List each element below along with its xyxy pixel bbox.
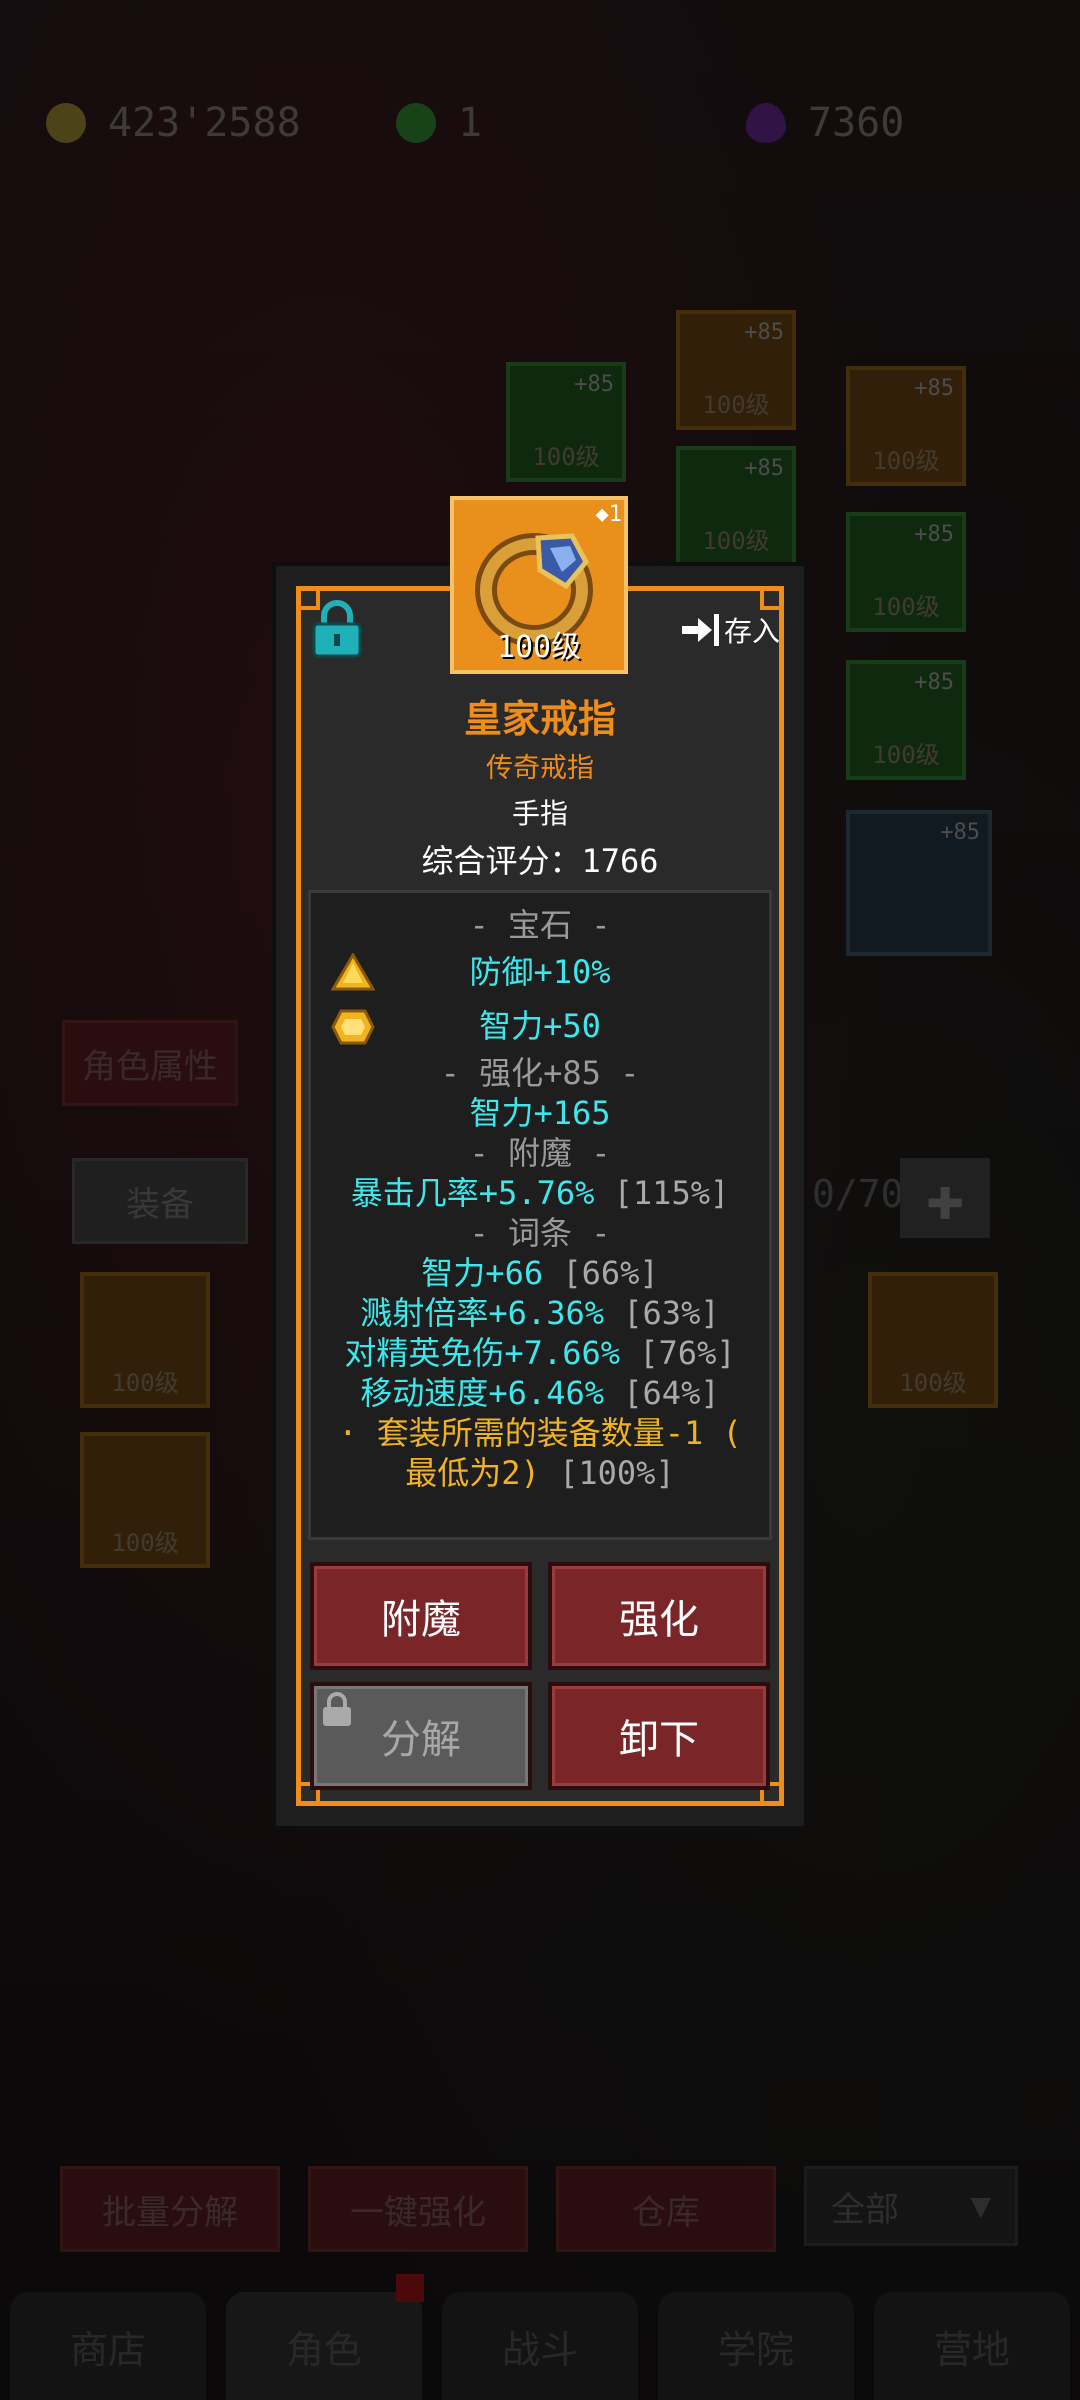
gem-line: 智力+50 [311, 999, 769, 1053]
unequip-button[interactable]: 卸下 [548, 1682, 770, 1790]
enhance-button[interactable]: 强化 [548, 1562, 770, 1670]
item-level: 100级 [496, 630, 582, 665]
affix-header: - 词条 - [469, 1214, 611, 1252]
item-icon-frame: ◆1 100级 [450, 496, 628, 674]
frame-corner [760, 588, 782, 610]
enchant-header: - 附魔 - [469, 1134, 611, 1172]
item-slot: 手指 [511, 797, 568, 830]
gem-header: - 宝石 - [469, 906, 611, 944]
enhance-header: - 强化+85 - [440, 1054, 640, 1092]
gem-stat: 防御+10% [469, 953, 611, 991]
affix-line: 移动速度+6.46% [64%] [360, 1374, 720, 1412]
enchant-stat: 暴击几率+5.76% [115%] [350, 1174, 730, 1212]
deposit-arrow-icon [682, 614, 719, 646]
set-bonus-line: · 套装所需的装备数量-1 ( [338, 1414, 742, 1452]
lock-icon[interactable] [310, 600, 364, 658]
stats-panel: - 宝石 - 防御+10% 智力+50 - 强化+85 - 智力+165 - 附… [308, 890, 772, 1540]
dismantle-label: 分解 [381, 1717, 461, 1763]
store-label: 存入 [724, 615, 781, 648]
item-badge: ◆1 [595, 502, 623, 527]
item-rarity: 传奇戒指 [486, 753, 594, 784]
set-bonus-line: 最低为2) [100%] [405, 1454, 675, 1492]
affix-line: 溅射倍率+6.36% [63%] [360, 1294, 720, 1332]
enhance-stat: 智力+165 [469, 1094, 611, 1132]
store-button[interactable]: 存入 [680, 610, 780, 650]
gem-stat: 智力+50 [479, 1007, 601, 1045]
affix-line: 对精英免伤+7.66% [76%] [344, 1334, 736, 1372]
gem-line: 防御+10% [311, 945, 769, 999]
item-score: 综合评分：1766 [421, 842, 659, 880]
topaz-triangle-icon [331, 953, 375, 991]
item-name: 皇家戒指 [463, 697, 616, 741]
enchant-button[interactable]: 附魔 [310, 1562, 532, 1670]
topaz-hexagon-icon [331, 1009, 375, 1045]
dismantle-button[interactable]: 分解 [310, 1682, 532, 1790]
lock-icon [323, 1692, 351, 1726]
affix-line: 智力+66 [66%] [421, 1254, 659, 1292]
